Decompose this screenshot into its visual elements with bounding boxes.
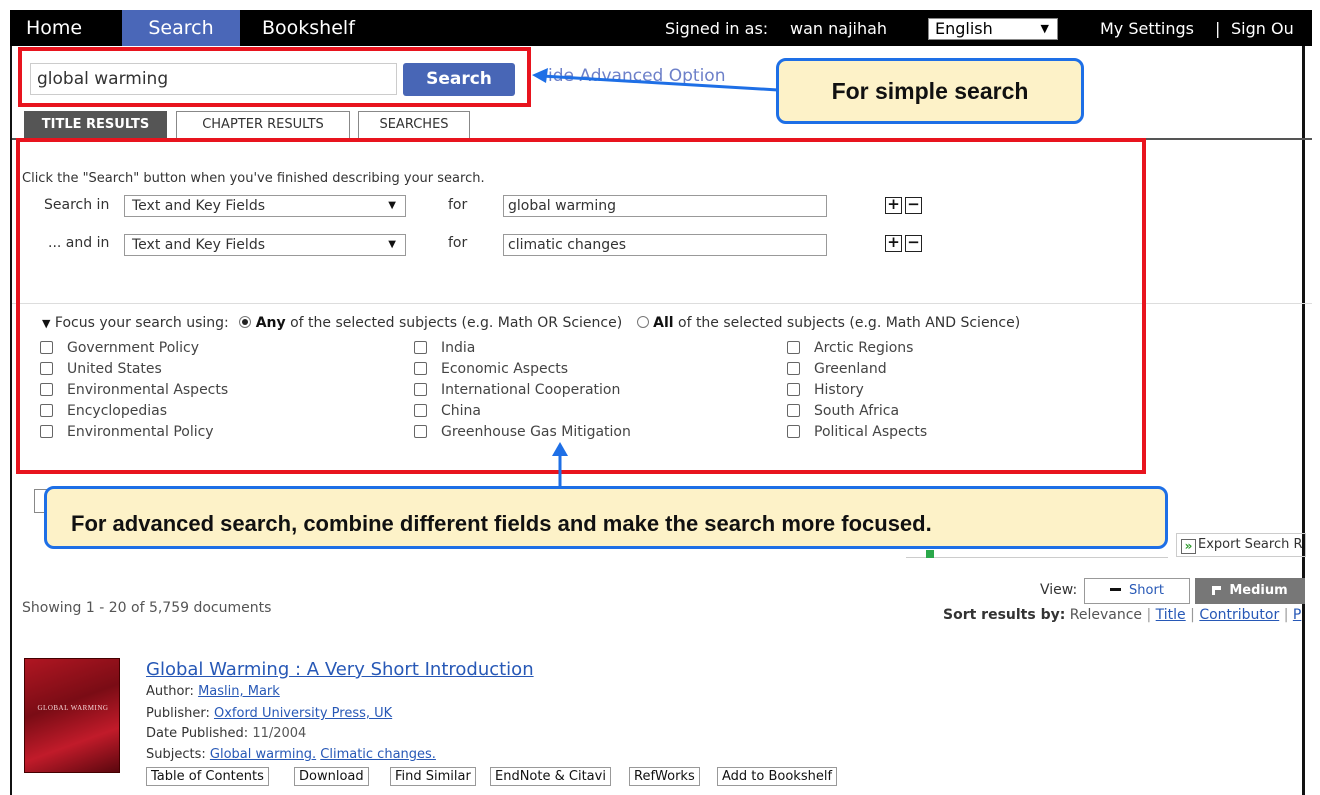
- sort-separator: |: [1146, 607, 1152, 623]
- advanced-search-highlight: [16, 138, 1146, 474]
- table-of-contents-button[interactable]: Table of Contents: [146, 767, 269, 786]
- sign-out-link[interactable]: Sign Ou: [1231, 10, 1294, 46]
- left-border: [10, 46, 12, 795]
- export-label: Export Search R: [1198, 537, 1303, 552]
- advanced-search-callout: For advanced search, combine different f…: [44, 486, 1168, 549]
- short-view-icon: [1110, 588, 1122, 591]
- simple-callout-arrow: [532, 68, 779, 92]
- sort-more-link[interactable]: P: [1293, 607, 1301, 623]
- export-icon: »: [1181, 539, 1196, 554]
- view-medium-label: Medium: [1229, 583, 1288, 598]
- tab-title-results[interactable]: TITLE RESULTS: [24, 111, 167, 138]
- endnote-citavi-button[interactable]: EndNote & Citavi: [490, 767, 611, 786]
- sort-relevance[interactable]: Relevance: [1070, 607, 1142, 623]
- sort-contributor-link[interactable]: Contributor: [1199, 607, 1279, 623]
- signed-in-label: Signed in as:: [665, 19, 769, 38]
- find-similar-button[interactable]: Find Similar: [390, 767, 476, 786]
- top-nav-bar: Home Search Bookshelf Signed in as: wan …: [10, 10, 1312, 46]
- subjects-line: Subjects: Global warming. Climatic chang…: [146, 747, 436, 762]
- tab-searches[interactable]: SEARCHES: [358, 111, 470, 138]
- export-bar-marker: [926, 550, 934, 558]
- nav-separator: |: [1215, 19, 1221, 38]
- view-short-button[interactable]: Short: [1084, 578, 1190, 604]
- result-title-link[interactable]: Global Warming : A Very Short Introducti…: [146, 659, 534, 680]
- language-value: English: [935, 19, 993, 38]
- sort-separator: |: [1190, 607, 1195, 623]
- publisher-label: Publisher:: [146, 706, 210, 721]
- nav-tab-bookshelf[interactable]: Bookshelf: [252, 10, 365, 46]
- dropdown-arrow-icon: ▼: [1040, 22, 1049, 35]
- subject-link[interactable]: Global warming.: [210, 747, 316, 762]
- language-select[interactable]: English ▼: [928, 18, 1058, 40]
- view-short-label: Short: [1129, 583, 1164, 598]
- view-medium-button[interactable]: Medium: [1195, 578, 1305, 604]
- right-border: [1302, 46, 1305, 795]
- book-cover-text: GLOBAL WARMING: [37, 704, 109, 712]
- medium-view-icon: [1212, 586, 1222, 595]
- author-link[interactable]: Maslin, Mark: [198, 684, 280, 699]
- date-label: Date Published:: [146, 726, 249, 741]
- publisher-link[interactable]: Oxford University Press, UK: [214, 706, 392, 721]
- export-bar: [906, 552, 1168, 558]
- nav-tab-home[interactable]: Home: [16, 10, 92, 46]
- nav-tab-search[interactable]: Search: [122, 10, 240, 46]
- download-button[interactable]: Download: [294, 767, 369, 786]
- subjects-label: Subjects:: [146, 747, 206, 762]
- sort-title-link[interactable]: Title: [1156, 607, 1186, 623]
- author-line: Author: Maslin, Mark: [146, 684, 280, 699]
- subject-link[interactable]: Climatic changes.: [320, 747, 436, 762]
- add-to-bookshelf-button[interactable]: Add to Bookshelf: [717, 767, 838, 786]
- view-label: View:: [1040, 582, 1078, 598]
- my-settings-link[interactable]: My Settings: [1100, 10, 1194, 46]
- simple-search-highlight: [18, 47, 531, 107]
- refworks-button[interactable]: RefWorks: [629, 767, 700, 786]
- export-search-button[interactable]: » Export Search R: [1176, 533, 1306, 557]
- tab-chapter-results[interactable]: CHAPTER RESULTS: [176, 111, 350, 138]
- sort-bar: Sort results by: Relevance | Title | Con…: [943, 607, 1301, 623]
- author-label: Author:: [146, 684, 194, 699]
- simple-search-callout: For simple search: [776, 58, 1084, 124]
- sort-separator: |: [1283, 607, 1289, 623]
- date-value: 11/2004: [252, 726, 307, 741]
- date-line: Date Published: 11/2004: [146, 726, 306, 741]
- results-count: Showing 1 - 20 of 5,759 documents: [22, 600, 272, 616]
- sort-label: Sort results by:: [943, 607, 1066, 623]
- signed-in-user: wan najihah: [790, 19, 888, 38]
- publisher-line: Publisher: Oxford University Press, UK: [146, 706, 392, 721]
- book-cover-image[interactable]: GLOBAL WARMING: [24, 658, 120, 773]
- advanced-callout-arrow: [552, 442, 568, 490]
